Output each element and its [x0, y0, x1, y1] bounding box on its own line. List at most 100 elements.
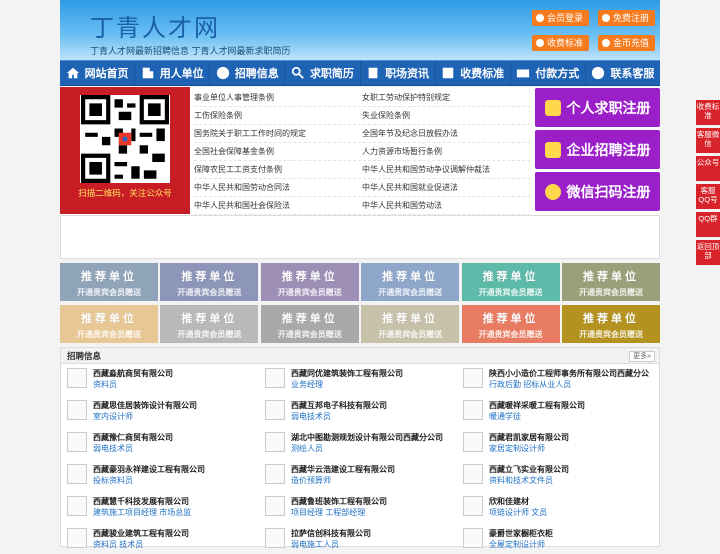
pricing-button[interactable]: 收费标准	[532, 35, 590, 51]
job-position[interactable]: 测绘人员	[291, 443, 443, 455]
company-name[interactable]: 西藏君凯家居有限公司	[489, 432, 569, 443]
policy-link[interactable]: 失业保险条例	[362, 110, 530, 121]
policy-link[interactable]: 中华人民共和国社会保险法	[194, 200, 362, 211]
job-position[interactable]: 资料员 技术员	[93, 539, 189, 551]
promo-tile[interactable]: 推荐单位 开通贵宾会员赠送	[461, 305, 560, 343]
company-name[interactable]: 西藏思佳居装饰设计有限公司	[93, 400, 197, 411]
site-logo[interactable]: 丁青人才网	[90, 8, 220, 43]
company-name[interactable]: 西藏骏业建筑工程有限公司	[93, 528, 189, 539]
nav-contact[interactable]: 联系客服	[586, 61, 660, 85]
job-position[interactable]: 资料员	[93, 379, 173, 391]
policy-link[interactable]: 保障农民工工资支付条例	[194, 164, 362, 175]
company-name[interactable]: 陕西小小造价工程师事务所有限公司西藏分公	[489, 368, 649, 379]
company-name[interactable]: 西藏暖祥采暖工程有限公司	[489, 400, 585, 411]
register-button[interactable]: 免费注册	[598, 10, 656, 26]
company-name[interactable]: 西藏淼航商贸有限公司	[93, 368, 173, 379]
company-name[interactable]: 西藏慧千科技发展有限公司	[93, 496, 191, 507]
login-button[interactable]: 会员登录	[532, 10, 590, 26]
nav-jobs[interactable]: 招聘信息	[210, 61, 286, 85]
wechat-register-button[interactable]: 微信扫码注册	[535, 172, 660, 211]
job-item[interactable]: 欣和佳建材 项链设计师 文员	[463, 496, 661, 522]
job-position[interactable]: 投标资料员	[93, 475, 205, 487]
jobseeker-register-button[interactable]: 个人求职注册	[535, 88, 660, 127]
job-item[interactable]: 西藏骏业建筑工程有限公司 资料员 技术员	[67, 528, 265, 554]
promo-tile[interactable]: 推荐单位 开通贵宾会员赠送	[160, 263, 259, 301]
policy-link[interactable]: 全国年节及纪念日放假办法	[362, 128, 530, 139]
job-item[interactable]: 西藏慧千科技发展有限公司 建筑施工项目经理 市场总监	[67, 496, 265, 522]
job-item[interactable]: 豪爵世家橱柜衣柜 全屋定制设计师	[463, 528, 661, 554]
more-link[interactable]: 更多»	[629, 351, 655, 362]
promo-tile[interactable]: 推荐单位 开通贵宾会员赠送	[561, 305, 660, 343]
policy-link[interactable]: 事业单位人事管理条例	[194, 92, 362, 103]
company-name[interactable]: 西藏豫仁商贸有限公司	[93, 432, 173, 443]
job-position[interactable]: 暖通学徒	[489, 411, 585, 423]
promo-tile[interactable]: 推荐单位 开通贵宾会员赠送	[60, 305, 158, 343]
job-item[interactable]: 西藏淼航商贸有限公司 资料员	[67, 368, 265, 394]
job-position[interactable]: 建筑施工项目经理 市场总监	[93, 507, 191, 519]
job-position[interactable]: 家居定制设计师	[489, 443, 569, 455]
job-position[interactable]: 造价预算师	[291, 475, 395, 487]
recharge-button[interactable]: 金币充值	[598, 35, 656, 51]
nav-employers[interactable]: 用人单位	[135, 61, 211, 85]
job-item[interactable]: 西藏华云浩建设工程有限公司 造价预算师	[265, 464, 463, 490]
job-item[interactable]: 西藏暖祥采暖工程有限公司 暖通学徒	[463, 400, 661, 426]
company-name[interactable]: 拉萨信创科技有限公司	[291, 528, 371, 539]
job-item[interactable]: 西藏豪羽永祥建设工程有限公司 投标资料员	[67, 464, 265, 490]
employer-register-button[interactable]: 企业招聘注册	[535, 130, 660, 169]
promo-tile[interactable]: 推荐单位 开通贵宾会员赠送	[260, 263, 359, 301]
company-name[interactable]: 西藏同优建筑装饰工程有限公司	[291, 368, 403, 379]
banner-placeholder[interactable]	[60, 215, 660, 259]
job-position[interactable]: 资料和技术文件员	[489, 475, 569, 487]
nav-resumes[interactable]: 求职简历	[285, 61, 361, 85]
company-name[interactable]: 西藏华云浩建设工程有限公司	[291, 464, 395, 475]
promo-tile[interactable]: 推荐单位 开通贵宾会员赠送	[60, 263, 158, 301]
company-name[interactable]: 欣和佳建材	[489, 496, 547, 507]
job-item[interactable]: 西藏立飞实业有限公司 资料和技术文件员	[463, 464, 661, 490]
job-position[interactable]: 项链设计师 文员	[489, 507, 547, 519]
job-item[interactable]: 西藏豫仁商贸有限公司 弱电技术员	[67, 432, 265, 458]
company-name[interactable]: 西藏豪羽永祥建设工程有限公司	[93, 464, 205, 475]
nav-news[interactable]: 职场资讯	[361, 61, 436, 85]
job-item[interactable]: 西藏思佳居装饰设计有限公司 室内设计师	[67, 400, 265, 426]
side-button[interactable]: 公众号	[696, 156, 720, 181]
company-name[interactable]: 西藏立飞实业有限公司	[489, 464, 569, 475]
company-name[interactable]: 西藏鲁班装饰工程有限公司	[291, 496, 387, 507]
nav-pricing[interactable]: 收费标准	[436, 61, 511, 85]
job-position[interactable]: 弱电技术员	[93, 443, 173, 455]
side-button[interactable]: 返回顶部	[696, 240, 720, 265]
promo-tile[interactable]: 推荐单位 开通贵宾会员赠送	[160, 305, 259, 343]
promo-tile[interactable]: 推荐单位 开通贵宾会员赠送	[561, 263, 660, 301]
job-item[interactable]: 西藏鲁班装饰工程有限公司 项目经理 工程部经理	[265, 496, 463, 522]
job-position[interactable]: 弱电技术员	[291, 411, 387, 423]
policy-link[interactable]: 人力资源市场暂行条例	[362, 146, 530, 157]
job-position[interactable]: 项目经理 工程部经理	[291, 507, 387, 519]
policy-link[interactable]: 中华人民共和国劳动合同法	[194, 182, 362, 193]
job-position[interactable]: 弱电施工人员	[291, 539, 371, 551]
company-name[interactable]: 西藏互邦电子科技有限公司	[291, 400, 387, 411]
nav-payment[interactable]: 付款方式	[511, 61, 586, 85]
company-name[interactable]: 湖北中图勘测规划设计有限公司西藏分公司	[291, 432, 443, 443]
policy-link[interactable]: 国务院关于职工工作时间的规定	[194, 128, 362, 139]
side-button[interactable]: 客服微信	[696, 128, 720, 153]
policy-link[interactable]: 工伤保险条例	[194, 110, 362, 121]
nav-home[interactable]: 网站首页	[60, 61, 136, 85]
policy-link[interactable]: 中华人民共和国劳动法	[362, 200, 530, 211]
job-item[interactable]: 西藏互邦电子科技有限公司 弱电技术员	[265, 400, 463, 426]
job-position[interactable]: 全屋定制设计师	[489, 539, 553, 551]
job-position[interactable]: 行政后勤 招标从业人员	[489, 379, 649, 391]
job-position[interactable]: 业务经理	[291, 379, 403, 391]
job-position[interactable]: 室内设计师	[93, 411, 197, 423]
policy-link[interactable]: 中华人民共和国劳动争议调解仲裁法	[362, 164, 530, 175]
promo-tile[interactable]: 推荐单位 开通贵宾会员赠送	[361, 305, 460, 343]
job-item[interactable]: 西藏同优建筑装饰工程有限公司 业务经理	[265, 368, 463, 394]
job-item[interactable]: 湖北中图勘测规划设计有限公司西藏分公司 测绘人员	[265, 432, 463, 458]
job-item[interactable]: 陕西小小造价工程师事务所有限公司西藏分公 行政后勤 招标从业人员	[463, 368, 661, 394]
policy-link[interactable]: 全国社会保障基金条例	[194, 146, 362, 157]
side-button[interactable]: 收费标准	[696, 100, 720, 125]
promo-tile[interactable]: 推荐单位 开通贵宾会员赠送	[361, 263, 460, 301]
promo-tile[interactable]: 推荐单位 开通贵宾会员赠送	[260, 305, 359, 343]
job-item[interactable]: 西藏君凯家居有限公司 家居定制设计师	[463, 432, 661, 458]
job-item[interactable]: 拉萨信创科技有限公司 弱电施工人员	[265, 528, 463, 554]
side-button[interactable]: 客服QQ号	[696, 184, 720, 209]
policy-link[interactable]: 中华人民共和国就业促进法	[362, 182, 530, 193]
